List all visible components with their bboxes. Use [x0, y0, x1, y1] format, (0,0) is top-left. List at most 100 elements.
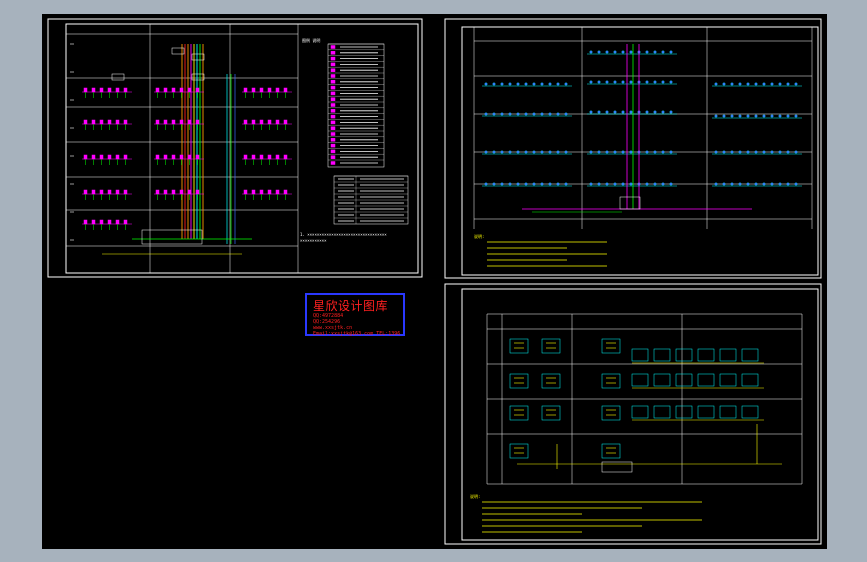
outlet-symbol — [123, 219, 128, 225]
outlet-symbol — [187, 87, 192, 93]
panel-box — [111, 73, 125, 81]
module-box — [741, 348, 759, 362]
legend-symbol — [330, 132, 336, 136]
outlet-symbol — [83, 219, 88, 225]
sheet-2-note-label: 说明: — [474, 233, 484, 239]
outlet-symbol — [171, 119, 176, 125]
detector-symbol — [613, 80, 617, 84]
detector-symbol — [524, 182, 528, 186]
outlet-symbol — [99, 219, 104, 225]
outlet-symbol — [267, 154, 272, 160]
outlet-symbol — [123, 154, 128, 160]
detector-symbol — [516, 182, 520, 186]
detector-symbol — [589, 150, 593, 154]
outlet-symbol — [107, 87, 112, 93]
wiring-box — [541, 338, 561, 354]
detector-symbol — [669, 182, 673, 186]
detector-symbol — [613, 50, 617, 54]
outlet-symbol — [115, 154, 120, 160]
detector-symbol — [597, 110, 601, 114]
detector-symbol — [500, 112, 504, 116]
detector-symbol — [645, 182, 649, 186]
wiring-box — [509, 405, 529, 421]
outlet-symbol — [275, 87, 280, 93]
outlet-symbol — [243, 154, 248, 160]
outlet-symbol — [115, 119, 120, 125]
legend-symbol — [330, 74, 336, 78]
outlet-symbol — [123, 87, 128, 93]
legend-symbol — [330, 97, 336, 101]
detector-symbol — [714, 114, 718, 118]
detector-symbol — [605, 50, 609, 54]
outlet-symbol — [195, 119, 200, 125]
legend-symbol — [330, 56, 336, 61]
detector-symbol — [754, 114, 758, 118]
detector-symbol — [645, 80, 649, 84]
outlet-symbol — [259, 87, 264, 93]
detector-symbol — [629, 50, 633, 54]
outlet-symbol — [267, 119, 272, 125]
module-box — [631, 348, 649, 362]
detector-symbol — [613, 182, 617, 186]
sheet-2-grid — [473, 27, 813, 229]
wiring-box — [541, 405, 561, 421]
detector-symbol — [629, 110, 633, 114]
legend-frame — [327, 43, 385, 168]
module-box — [697, 373, 715, 387]
wiring-box — [601, 338, 621, 354]
detector-symbol — [746, 150, 750, 154]
wiring-box — [509, 443, 529, 459]
outlet-symbol — [123, 119, 128, 125]
detector-symbol — [524, 82, 528, 86]
detector-symbol — [746, 182, 750, 186]
outlet-symbol — [259, 189, 264, 195]
detector-symbol — [722, 82, 726, 86]
outlet-symbol — [115, 87, 120, 93]
outlet-symbol — [179, 87, 184, 93]
legend-symbol — [330, 91, 336, 96]
detector-symbol — [556, 150, 560, 154]
module-box — [675, 405, 693, 419]
detector-symbol — [613, 150, 617, 154]
outlet-symbol — [171, 154, 176, 160]
detector-symbol — [645, 110, 649, 114]
outlet-symbol — [107, 154, 112, 160]
outlet-symbol — [251, 154, 256, 160]
outlet-symbol — [179, 154, 184, 160]
outlet-symbol — [155, 154, 160, 160]
outlet-symbol — [83, 154, 88, 160]
sheet-1-note-2: ××××××××××× — [300, 238, 327, 243]
detector-symbol — [661, 110, 665, 114]
detector-symbol — [794, 114, 798, 118]
module-box — [653, 405, 671, 419]
legend-symbol — [330, 155, 336, 159]
detector-symbol — [564, 182, 568, 186]
module-box — [697, 348, 715, 362]
detector-symbol — [500, 182, 504, 186]
detector-symbol — [597, 150, 601, 154]
detector-symbol — [621, 80, 625, 84]
outlet-symbol — [275, 154, 280, 160]
detector-symbol — [714, 150, 718, 154]
outlet-symbol — [275, 189, 280, 195]
detector-symbol — [770, 114, 774, 118]
outlet-symbol — [115, 189, 120, 195]
outlet-symbol — [99, 87, 104, 93]
wiring-box — [541, 373, 561, 389]
outlet-symbol — [171, 87, 176, 93]
detector-symbol — [754, 150, 758, 154]
detector-symbol — [778, 114, 782, 118]
outlet-symbol — [83, 189, 88, 195]
detector-symbol — [508, 82, 512, 86]
cad-viewport[interactable]: 图例 说明 1. ×××××××××××××××××××××××××××××××… — [42, 14, 827, 549]
outlet-symbol — [251, 119, 256, 125]
sheet-1-note: 1. ××××××××××××××××××××××××××××××××× — [300, 232, 387, 237]
detector-symbol — [540, 112, 544, 116]
detector-symbol — [730, 150, 734, 154]
outlet-symbol — [187, 119, 192, 125]
detector-symbol — [589, 80, 593, 84]
detector-symbol — [532, 82, 536, 86]
wiring-box — [509, 338, 529, 354]
detector-symbol — [653, 110, 657, 114]
drawing-canvas: 图例 说明 1. ×××××××××××××××××××××××××××××××… — [47, 18, 822, 545]
